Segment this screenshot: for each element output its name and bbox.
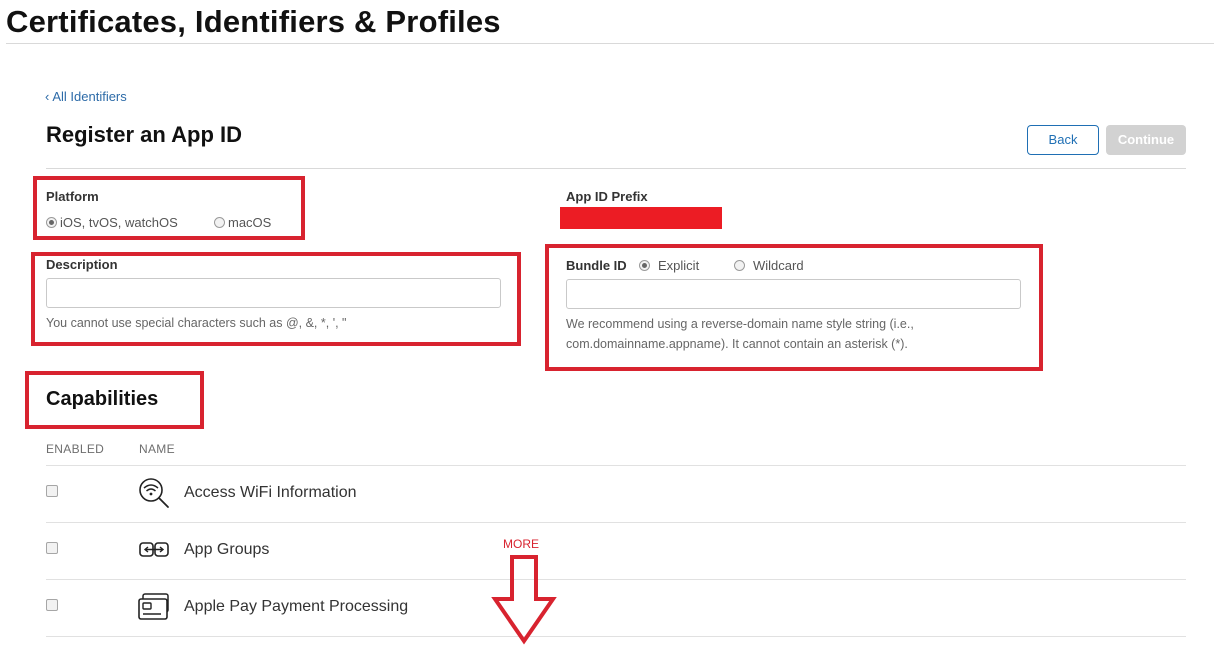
title-divider [6,43,1214,44]
page-title: Certificates, Identifiers & Profiles [6,4,501,39]
table-row: Access WiFi Information [46,466,1186,522]
table-row: Apple Pay Payment Processing [46,580,1186,636]
section-divider [46,168,1186,169]
all-identifiers-link-label: All Identifiers [52,89,127,104]
row-divider [46,636,1186,637]
capability-name: Access WiFi Information [184,484,357,501]
wifi-search-icon [137,476,171,510]
down-arrow-annotation-icon [490,553,558,647]
column-header-enabled: ENABLED [46,442,105,456]
description-highlight-box [31,252,521,346]
capability-checkbox-apple-pay[interactable] [46,599,58,611]
app-id-prefix-label: App ID Prefix [566,189,648,204]
app-id-prefix-redaction [560,207,722,229]
capability-name: Apple Pay Payment Processing [184,598,409,615]
capability-checkbox-app-groups[interactable] [46,542,58,554]
more-annotation-label: MORE [503,537,539,551]
apple-pay-card-icon [137,590,171,624]
continue-button[interactable]: Continue [1106,125,1186,155]
column-header-name: NAME [139,442,175,456]
capability-checkbox-access-wifi[interactable] [46,485,58,497]
all-identifiers-link[interactable]: ‹ All Identifiers [45,89,127,104]
capabilities-highlight-box [25,371,204,429]
bundle-id-highlight-box [545,244,1043,371]
back-button[interactable]: Back [1027,125,1099,155]
platform-highlight-box [33,176,305,240]
table-row: App Groups [46,523,1186,579]
app-groups-icon [137,533,171,567]
chevron-left-icon: ‹ [45,89,50,104]
register-app-id-title: Register an App ID [46,122,242,147]
capability-name: App Groups [184,541,270,558]
